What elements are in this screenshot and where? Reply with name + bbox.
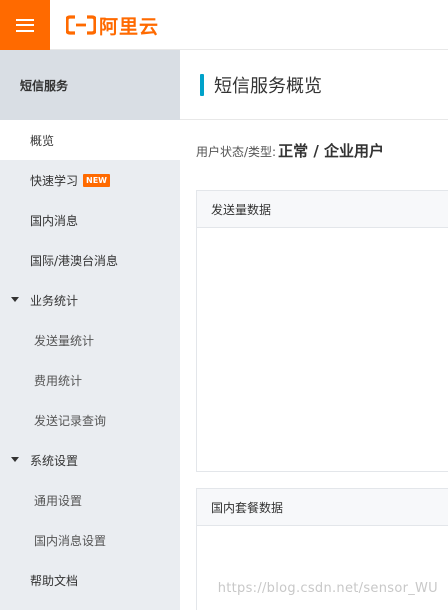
send-volume-panel: 发送量数据 [196, 190, 448, 472]
aliyun-bracket-logo-icon [66, 15, 96, 35]
caret-down-icon [11, 297, 19, 302]
sidebar-item-label: 快速学习 [30, 173, 79, 188]
panel-title: 国内套餐数据 [197, 489, 448, 526]
sidebar-item-7[interactable]: 发送记录查询 [0, 400, 180, 440]
caret-down-icon [11, 457, 19, 462]
sidebar-menu: 概览快速学习 NEW 国内消息国际/港澳台消息 业务统计发送量统计费用统计发送记录查询… [0, 120, 180, 600]
sidebar-item-0[interactable]: 概览 [0, 120, 180, 160]
aliyun-logo[interactable]: 阿里云 [66, 13, 160, 38]
sidebar-item-label: 发送记录查询 [34, 413, 107, 428]
sidebar-item-label: 发送量统计 [34, 333, 95, 348]
hamburger-icon [16, 18, 34, 32]
sidebar: 短信服务 概览快速学习 NEW 国内消息国际/港澳台消息 业务统计发送量统计费用统计发… [0, 50, 180, 610]
sidebar-item-label: 概览 [30, 133, 55, 148]
sidebar-item-5[interactable]: 发送量统计 [0, 320, 180, 360]
brand-name: 阿里云 [99, 15, 160, 38]
user-status-row: 用户状态/类型: 正常 / 企业用户 [196, 140, 384, 161]
sidebar-item-label: 国际/港澳台消息 [30, 253, 119, 268]
sidebar-item-label: 国内消息 [30, 213, 79, 228]
top-bar: 阿里云 [0, 0, 448, 50]
sidebar-item-10[interactable]: 国内消息设置 [0, 520, 180, 560]
sidebar-item-label: 业务统计 [30, 293, 79, 308]
sidebar-group-8[interactable]: 系统设置 [0, 440, 180, 480]
sidebar-item-9[interactable]: 通用设置 [0, 480, 180, 520]
sidebar-group-4[interactable]: 业务统计 [0, 280, 180, 320]
page-title: 短信服务概览 [214, 75, 322, 97]
title-accent-bar [200, 73, 204, 96]
sidebar-item-11[interactable]: 帮助文档 [0, 560, 180, 600]
sidebar-item-6[interactable]: 费用统计 [0, 360, 180, 400]
sidebar-item-label: 国内消息设置 [34, 533, 107, 548]
main-content: 短信服务概览 用户状态/类型: 正常 / 企业用户 发送量数据 国内套餐数据 [180, 50, 448, 610]
sidebar-item-label: 帮助文档 [30, 573, 79, 588]
sidebar-item-label: 费用统计 [34, 373, 83, 388]
sidebar-item-label: 通用设置 [34, 493, 83, 508]
sidebar-item-2[interactable]: 国内消息 [0, 200, 180, 240]
sidebar-item-3[interactable]: 国际/港澳台消息 [0, 240, 180, 280]
status-label: 用户状态/类型: [196, 145, 277, 159]
page-header: 短信服务概览 [180, 50, 448, 120]
sidebar-item-1[interactable]: 快速学习 NEW [0, 160, 180, 200]
watermark: https://blog.csdn.net/sensor_WU [217, 581, 438, 596]
new-badge: NEW [83, 173, 110, 187]
status-value: 正常 / 企业用户 [278, 142, 385, 160]
sidebar-item-label: 系统设置 [30, 453, 79, 468]
panel-title: 发送量数据 [197, 191, 448, 228]
menu-toggle-button[interactable] [0, 0, 50, 50]
sidebar-header: 短信服务 [0, 50, 180, 120]
